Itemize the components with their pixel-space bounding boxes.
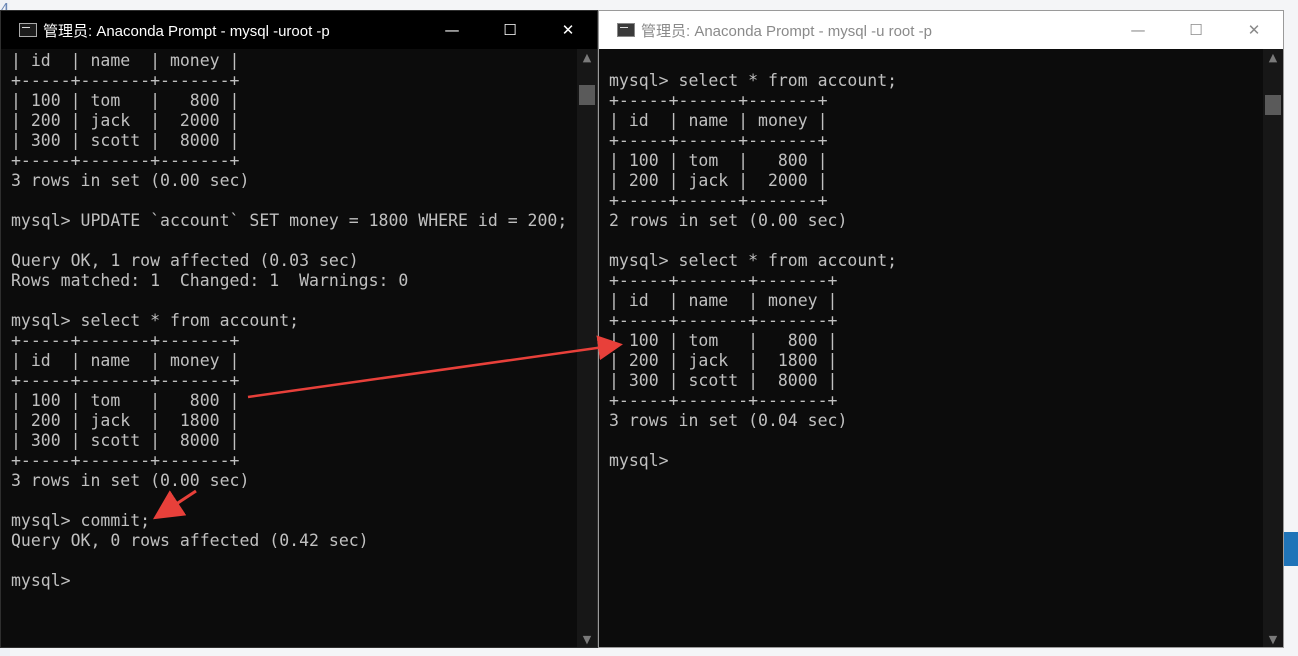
minimize-button[interactable]: — [1109,11,1167,49]
console-line: mysql> select * from account; [609,71,898,90]
console-line: +-----+-------+-------+ [609,271,838,290]
console-window-left[interactable]: 管理员: Anaconda Prompt - mysql -uroot -p —… [0,10,598,648]
console-output[interactable]: | id | name | money | +-----+-------+----… [1,49,577,647]
title-bar[interactable]: 管理员: Anaconda Prompt - mysql -u root -p … [599,11,1283,49]
console-line: +-----+-------+-------+ [11,371,240,390]
console-line: 3 rows in set (0.00 sec) [11,471,250,490]
console-line: Query OK, 0 rows affected (0.42 sec) [11,531,369,550]
console-line: +-----+------+-------+ [609,131,828,150]
console-line: mysql> select * from account; [11,311,300,330]
console-line: Query OK, 1 row affected (0.03 sec) [11,251,359,270]
console-line: 3 rows in set (0.00 sec) [11,171,250,190]
maximize-button[interactable]: ☐ [1167,11,1225,49]
console-line: +-----+-------+-------+ [609,391,838,410]
console-line: +-----+------+-------+ [609,91,828,110]
maximize-button[interactable]: ☐ [481,11,539,49]
console-line: | 200 | jack | 1800 | [609,351,838,370]
console-line: +-----+-------+-------+ [11,451,240,470]
vertical-scrollbar[interactable]: ▲ ▼ [577,49,597,647]
console-line: | 100 | tom | 800 | [609,331,838,350]
console-line: | 100 | tom | 800 | [11,391,240,410]
console-line: | 300 | scott | 8000 | [609,371,838,390]
console-line: Rows matched: 1 Changed: 1 Warnings: 0 [11,271,409,290]
console-line: mysql> UPDATE `account` SET money = 1800… [11,211,568,230]
console-line: +-----+-------+-------+ [609,311,838,330]
title-bar[interactable]: 管理员: Anaconda Prompt - mysql -uroot -p —… [1,11,597,49]
console-line: | 200 | jack | 1800 | [11,411,240,430]
scroll-thumb[interactable] [1265,95,1281,115]
console-line: | 300 | scott | 8000 | [11,131,240,150]
scroll-track[interactable] [577,65,597,631]
console-line: mysql> commit; [11,511,151,530]
window-title: 管理员: Anaconda Prompt - mysql -uroot -p [43,22,330,40]
console-line: | id | name | money | [11,51,240,70]
console-line: +-----+------+-------+ [609,191,828,210]
console-line: +-----+-------+-------+ [11,71,240,90]
scroll-track[interactable] [1263,65,1283,631]
console-output[interactable]: mysql> select * from account; +-----+----… [599,49,1263,647]
close-button[interactable]: ✕ [539,11,597,49]
console-line: | 300 | scott | 8000 | [11,431,240,450]
close-button[interactable]: ✕ [1225,11,1283,49]
console-line: +-----+-------+-------+ [11,331,240,350]
scroll-down-icon[interactable]: ▼ [1263,631,1283,647]
scroll-up-icon[interactable]: ▲ [577,49,597,65]
scroll-down-icon[interactable]: ▼ [577,631,597,647]
console-line: mysql> [609,451,669,470]
console-line: 3 rows in set (0.04 sec) [609,411,848,430]
console-line: mysql> select * from account; [609,251,898,270]
console-icon [617,23,635,37]
console-icon [19,23,37,37]
console-line: | id | name | money | [609,291,838,310]
console-line: | id | name | money | [609,111,828,130]
console-line: | 200 | jack | 2000 | [609,171,828,190]
console-line: | 100 | tom | 800 | [609,151,828,170]
window-title: 管理员: Anaconda Prompt - mysql -u root -p [641,22,932,40]
console-line: mysql> [11,571,71,590]
scroll-thumb[interactable] [579,85,595,105]
scroll-up-icon[interactable]: ▲ [1263,49,1283,65]
console-line: | 200 | jack | 2000 | [11,111,240,130]
vertical-scrollbar[interactable]: ▲ ▼ [1263,49,1283,647]
minimize-button[interactable]: — [423,11,481,49]
console-line: +-----+-------+-------+ [11,151,240,170]
console-line: | 100 | tom | 800 | [11,91,240,110]
console-line: | id | name | money | [11,351,240,370]
console-line: 2 rows in set (0.00 sec) [609,211,848,230]
console-window-right[interactable]: 管理员: Anaconda Prompt - mysql -u root -p … [598,10,1284,648]
